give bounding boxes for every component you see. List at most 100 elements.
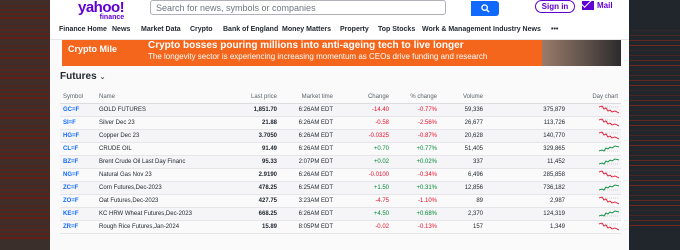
table-row[interactable]: CL=F CRUDE OIL 91.49 6:26AM EDT +0.70 +0.77% 5… xyxy=(60,142,621,156)
day-chart-cell xyxy=(568,116,621,130)
day-chart-cell xyxy=(568,168,621,182)
last-price-cell: 478.25 xyxy=(228,181,280,195)
market-time-cell: 6:26AM EDT xyxy=(280,103,336,117)
market-time-cell: 6:26AM EDT xyxy=(280,168,336,182)
table-row[interactable]: BZ=F Brent Crude Oil Last Day Financ 95.33… xyxy=(60,155,621,169)
open-interest-cell: 11,452 xyxy=(486,155,568,169)
nav-item-work-management[interactable]: Work & Management xyxy=(422,26,491,33)
sparkline-chart xyxy=(599,118,619,127)
table-row[interactable]: NG=F Natural Gas Nov 23 2.9190 6:26AM EDT -0… xyxy=(60,168,621,182)
table-row[interactable]: ZO=F Oat Futures,Dec-2023 427.75 3:23AM EDT… xyxy=(60,194,621,208)
volume-cell: 26,677 xyxy=(440,116,486,130)
change-cell: +4.50 xyxy=(336,207,392,221)
change-cell: -0.0325 xyxy=(336,129,392,143)
change-cell: -0.02 xyxy=(336,220,392,234)
col-volume[interactable]: Volume xyxy=(440,91,486,104)
market-time-cell: 3:23AM EDT xyxy=(280,194,336,208)
table-row[interactable]: ZR=F Rough Rice Futures,Jan-2024 15.89 8:05… xyxy=(60,220,621,234)
nav-item-money-matters[interactable]: Money Matters xyxy=(282,26,331,33)
change-cell: +1.50 xyxy=(336,181,392,195)
sparkline-chart xyxy=(599,157,619,166)
last-price-cell: 2.9190 xyxy=(228,168,280,182)
banner-headline[interactable]: Crypto bosses pouring millions into anti… xyxy=(148,40,464,51)
change-cell: -4.75 xyxy=(336,194,392,208)
site-header: yahoo! finance Sign in Mail Finance Home… xyxy=(50,0,629,40)
market-time-cell: 6:26AM EDT xyxy=(280,207,336,221)
search-input[interactable] xyxy=(151,1,421,14)
symbol-link[interactable]: SI=F xyxy=(60,116,96,130)
table-row[interactable]: ZC=F Corn Futures,Dec-2023 478.25 6:25AM ED… xyxy=(60,181,621,195)
market-time-cell: 2:07PM EDT xyxy=(280,155,336,169)
chevron-down-icon: ⌄ xyxy=(99,73,106,81)
sparkline-chart xyxy=(599,144,619,153)
open-interest-cell: 124,319 xyxy=(486,207,568,221)
table-row[interactable]: HG=F Copper Dec 23 3.7050 6:26AM EDT -0.0325… xyxy=(60,129,621,143)
sparkline-chart xyxy=(599,170,619,179)
nav-item-finance-home[interactable]: Finance Home xyxy=(59,26,107,33)
col-pct-change[interactable]: % change xyxy=(392,91,440,104)
col-name[interactable]: Name xyxy=(96,91,228,104)
pct-change-cell: -2.56% xyxy=(392,116,440,130)
symbol-link[interactable]: HG=F xyxy=(60,129,96,143)
symbol-link[interactable]: KE=F xyxy=(60,207,96,221)
last-price-cell: 21.88 xyxy=(228,116,280,130)
promo-banner[interactable]: Crypto Mile Crypto bosses pouring millio… xyxy=(62,40,621,66)
table-row[interactable]: SI=F Silver Dec 23 21.88 6:26AM EDT -0.58 -2.… xyxy=(60,116,621,130)
volume-cell: 157 xyxy=(440,220,486,234)
symbol-link[interactable]: ZR=F xyxy=(60,220,96,234)
table-row[interactable]: GC=F GOLD FUTURES 1,851.70 6:26AM EDT -14.40… xyxy=(60,103,621,117)
volume-cell: 337 xyxy=(440,155,486,169)
col-market-time[interactable]: Market time xyxy=(280,91,336,104)
symbol-link[interactable]: CL=F xyxy=(60,142,96,156)
nav-item-market-data[interactable]: Market Data xyxy=(141,26,181,33)
nav-item-property[interactable]: Property xyxy=(340,26,369,33)
col-last-price[interactable]: Last price xyxy=(228,91,280,104)
search-button[interactable] xyxy=(471,1,499,16)
name-cell: Corn Futures,Dec-2023 xyxy=(96,181,228,195)
volume-cell: 51,405 xyxy=(440,142,486,156)
nav-more-button[interactable]: ••• xyxy=(551,26,558,33)
symbol-link[interactable]: GC=F xyxy=(60,103,96,117)
col-change[interactable]: Change xyxy=(336,91,392,104)
yahoo-finance-logo[interactable]: yahoo! finance xyxy=(78,0,125,21)
col-open-interest[interactable] xyxy=(486,91,568,104)
nav-item-news[interactable]: News xyxy=(112,26,130,33)
sign-in-button[interactable]: Sign in xyxy=(535,0,575,13)
nav-item-crypto[interactable]: Crypto xyxy=(190,26,213,33)
open-interest-cell: 1,349 xyxy=(486,220,568,234)
name-cell: Natural Gas Nov 23 xyxy=(96,168,228,182)
table-row[interactable]: KE=F KC HRW Wheat Futures,Dec-2023 668.25 6… xyxy=(60,207,621,221)
symbol-link[interactable]: ZC=F xyxy=(60,181,96,195)
col-symbol[interactable]: Symbol xyxy=(60,91,96,104)
symbol-link[interactable]: NG=F xyxy=(60,168,96,182)
last-price-cell: 427.75 xyxy=(228,194,280,208)
market-time-cell: 6:25AM EDT xyxy=(280,181,336,195)
market-time-cell: 6:26AM EDT xyxy=(280,129,336,143)
left-backdrop xyxy=(0,0,50,250)
table-header-row: Symbol Name Last price Market time Chang… xyxy=(60,91,621,104)
symbol-link[interactable]: BZ=F xyxy=(60,155,96,169)
name-cell: Brent Crude Oil Last Day Financ xyxy=(96,155,228,169)
last-price-cell: 668.25 xyxy=(228,207,280,221)
pct-change-cell: -0.34% xyxy=(392,168,440,182)
name-cell: Rough Rice Futures,Jan-2024 xyxy=(96,220,228,234)
name-cell: CRUDE OIL xyxy=(96,142,228,156)
last-price-cell: 91.49 xyxy=(228,142,280,156)
banner-image xyxy=(542,40,621,66)
day-chart-cell xyxy=(568,194,621,208)
symbol-link[interactable]: ZO=F xyxy=(60,194,96,208)
name-cell: GOLD FUTURES xyxy=(96,103,228,117)
nav-item-industry-news[interactable]: Industry News xyxy=(493,26,541,33)
pct-change-cell: -0.77% xyxy=(392,103,440,117)
last-price-cell: 3.7050 xyxy=(228,129,280,143)
col-day-chart: Day chart xyxy=(568,91,621,104)
sparkline-chart xyxy=(599,183,619,192)
nav-item-bank-of-england[interactable]: Bank of England xyxy=(223,26,278,33)
futures-dropdown[interactable]: Futures ⌄ xyxy=(60,71,106,82)
name-cell: Silver Dec 23 xyxy=(96,116,228,130)
nav-item-top-stocks[interactable]: Top Stocks xyxy=(378,26,415,33)
name-cell: KC HRW Wheat Futures,Dec-2023 xyxy=(96,207,228,221)
mail-link[interactable]: Mail xyxy=(582,1,613,10)
day-chart-cell xyxy=(568,207,621,221)
day-chart-cell xyxy=(568,142,621,156)
